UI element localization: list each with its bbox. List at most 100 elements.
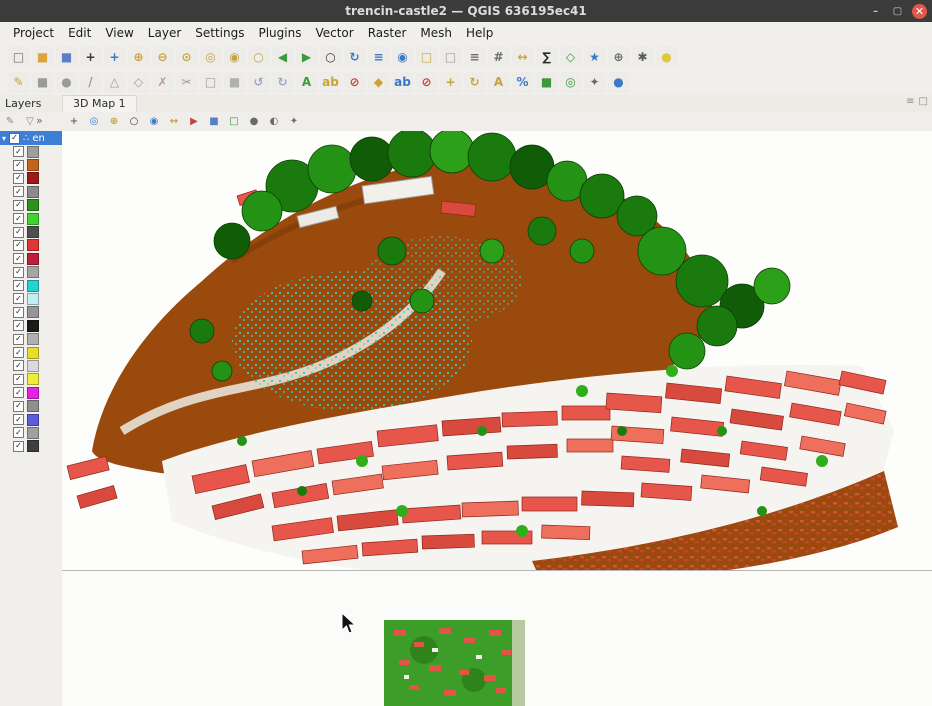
menu-mesh[interactable]: Mesh bbox=[413, 24, 459, 42]
zoom-magnifier-icon[interactable]: ⊕ bbox=[608, 46, 629, 67]
map3d-canvas[interactable] bbox=[62, 131, 932, 570]
statistical-summary-icon[interactable]: ∑ bbox=[536, 46, 557, 67]
new-project-icon[interactable]: □ bbox=[8, 46, 29, 67]
digitize-polygon-icon[interactable]: △ bbox=[104, 72, 125, 93]
labeling-off-icon[interactable]: ⊘ bbox=[344, 72, 365, 93]
layer-class-row[interactable]: ✓ bbox=[0, 239, 62, 252]
layer-class-row[interactable]: ✓ bbox=[0, 359, 62, 372]
cut-features-icon[interactable]: ✂ bbox=[176, 72, 197, 93]
close-button[interactable]: ✕ bbox=[912, 4, 927, 19]
menu-raster[interactable]: Raster bbox=[361, 24, 414, 42]
metasearch-icon[interactable]: ● bbox=[608, 72, 629, 93]
layer-class-row[interactable]: ✓ bbox=[0, 266, 62, 279]
layer-class-row[interactable]: ✓ bbox=[0, 319, 62, 332]
paste-features-icon[interactable]: ■ bbox=[224, 72, 245, 93]
diagram-options-icon[interactable]: % bbox=[512, 72, 533, 93]
copy-features-icon[interactable]: □ bbox=[200, 72, 221, 93]
move-label-icon[interactable]: + bbox=[440, 72, 461, 93]
label-rules-off-icon[interactable]: ⊘ bbox=[416, 72, 437, 93]
layer-class-row[interactable]: ✓ bbox=[0, 279, 62, 292]
menu-plugins[interactable]: Plugins bbox=[251, 24, 308, 42]
menu-vector[interactable]: Vector bbox=[308, 24, 360, 42]
measure-3d-icon[interactable]: ↔ bbox=[166, 114, 182, 130]
class-checkbox[interactable]: ✓ bbox=[13, 280, 24, 291]
layer-class-row[interactable]: ✓ bbox=[0, 399, 62, 412]
class-checkbox[interactable]: ✓ bbox=[13, 320, 24, 331]
class-checkbox[interactable]: ✓ bbox=[13, 414, 24, 425]
layer-class-row[interactable]: ✓ bbox=[0, 158, 62, 171]
layers-toolbar-overflow-chevron[interactable]: » bbox=[36, 114, 43, 127]
class-checkbox[interactable]: ✓ bbox=[13, 267, 24, 278]
export-scene-icon[interactable]: □ bbox=[226, 114, 242, 130]
delete-selected-icon[interactable]: ✗ bbox=[152, 72, 173, 93]
class-checkbox[interactable]: ✓ bbox=[13, 240, 24, 251]
undo-icon[interactable]: ↺ bbox=[248, 72, 269, 93]
class-checkbox[interactable]: ✓ bbox=[13, 253, 24, 264]
pan-map-icon[interactable]: + bbox=[80, 46, 101, 67]
save-project-icon[interactable]: ■ bbox=[56, 46, 77, 67]
zoom-to-selection-icon[interactable]: ◉ bbox=[224, 46, 245, 67]
class-checkbox[interactable]: ✓ bbox=[13, 293, 24, 304]
camera-control-icon[interactable]: ◎ bbox=[86, 114, 102, 130]
class-checkbox[interactable]: ✓ bbox=[13, 374, 24, 385]
layer-class-row[interactable]: ✓ bbox=[0, 292, 62, 305]
class-checkbox[interactable]: ✓ bbox=[13, 173, 24, 184]
class-checkbox[interactable]: ✓ bbox=[13, 441, 24, 452]
layer-styling-icon[interactable]: ✎ bbox=[2, 114, 18, 130]
expander-icon[interactable]: ▾ bbox=[2, 134, 6, 143]
layer-checkbox[interactable]: ✓ bbox=[9, 133, 20, 144]
menu-edit[interactable]: Edit bbox=[61, 24, 98, 42]
minimize-button[interactable]: – bbox=[868, 4, 883, 19]
zoom-last-icon[interactable]: ◀ bbox=[272, 46, 293, 67]
map-tips-icon[interactable]: ◇ bbox=[560, 46, 581, 67]
save-edits-icon[interactable]: ■ bbox=[32, 72, 53, 93]
layer-class-row[interactable]: ✓ bbox=[0, 306, 62, 319]
select-features-icon[interactable]: □ bbox=[416, 46, 437, 67]
tab-3d-map-1[interactable]: 3D Map 1 bbox=[62, 95, 137, 113]
field-calculator-icon[interactable]: # bbox=[488, 46, 509, 67]
maximize-button[interactable]: ▢ bbox=[890, 4, 905, 19]
raster-tools-icon[interactable]: ■ bbox=[536, 72, 557, 93]
class-checkbox[interactable]: ✓ bbox=[13, 347, 24, 358]
identify-features-icon[interactable]: ◉ bbox=[392, 46, 413, 67]
play-animation-icon[interactable]: ▶ bbox=[186, 114, 202, 130]
plugin-wrench-icon[interactable]: ✦ bbox=[584, 72, 605, 93]
change-label-icon[interactable]: A bbox=[488, 72, 509, 93]
class-checkbox[interactable]: ✓ bbox=[13, 427, 24, 438]
toggle-editing-icon[interactable]: ✎ bbox=[8, 72, 29, 93]
class-checkbox[interactable]: ✓ bbox=[13, 186, 24, 197]
layer-class-row[interactable]: ✓ bbox=[0, 332, 62, 345]
class-checkbox[interactable]: ✓ bbox=[13, 146, 24, 157]
zoom-to-layer-icon[interactable]: ○ bbox=[248, 46, 269, 67]
class-checkbox[interactable]: ✓ bbox=[13, 160, 24, 171]
pan-3d-icon[interactable]: + bbox=[66, 114, 82, 130]
menu-project[interactable]: Project bbox=[6, 24, 61, 42]
zoom-next-icon[interactable]: ▶ bbox=[296, 46, 317, 67]
options-3d-icon[interactable]: ✦ bbox=[286, 114, 302, 130]
data-source-manager-icon[interactable]: ≡ bbox=[368, 46, 389, 67]
class-checkbox[interactable]: ✓ bbox=[13, 387, 24, 398]
annotation-icon[interactable]: A bbox=[296, 72, 317, 93]
redo-icon[interactable]: ↻ bbox=[272, 72, 293, 93]
pin-labels-icon[interactable]: ◆ bbox=[368, 72, 389, 93]
layer-class-row[interactable]: ✓ bbox=[0, 145, 62, 158]
class-checkbox[interactable]: ✓ bbox=[13, 401, 24, 412]
layer-class-row[interactable]: ✓ bbox=[0, 185, 62, 198]
identify-3d-icon[interactable]: ◉ bbox=[146, 114, 162, 130]
layer-class-row[interactable]: ✓ bbox=[0, 440, 62, 453]
class-checkbox[interactable]: ✓ bbox=[13, 334, 24, 345]
layer-class-row[interactable]: ✓ bbox=[0, 212, 62, 225]
zoom-out-icon[interactable]: ⊖ bbox=[152, 46, 173, 67]
shadow-icon[interactable]: ◐ bbox=[266, 114, 282, 130]
layer-labeling-icon[interactable]: ab bbox=[320, 72, 341, 93]
layer-class-row[interactable]: ✓ bbox=[0, 413, 62, 426]
open-project-icon[interactable]: ■ bbox=[32, 46, 53, 67]
zoom-full-icon[interactable]: ◎ bbox=[200, 46, 221, 67]
layer-label[interactable]: en bbox=[32, 133, 45, 144]
open-attribute-table-icon[interactable]: ≡ bbox=[464, 46, 485, 67]
class-checkbox[interactable]: ✓ bbox=[13, 227, 24, 238]
panel-stack-icon[interactable]: ≡ bbox=[906, 96, 914, 107]
pan-to-selection-icon[interactable]: + bbox=[104, 46, 125, 67]
save-scene-icon[interactable]: ■ bbox=[206, 114, 222, 130]
menu-layer[interactable]: Layer bbox=[141, 24, 188, 42]
